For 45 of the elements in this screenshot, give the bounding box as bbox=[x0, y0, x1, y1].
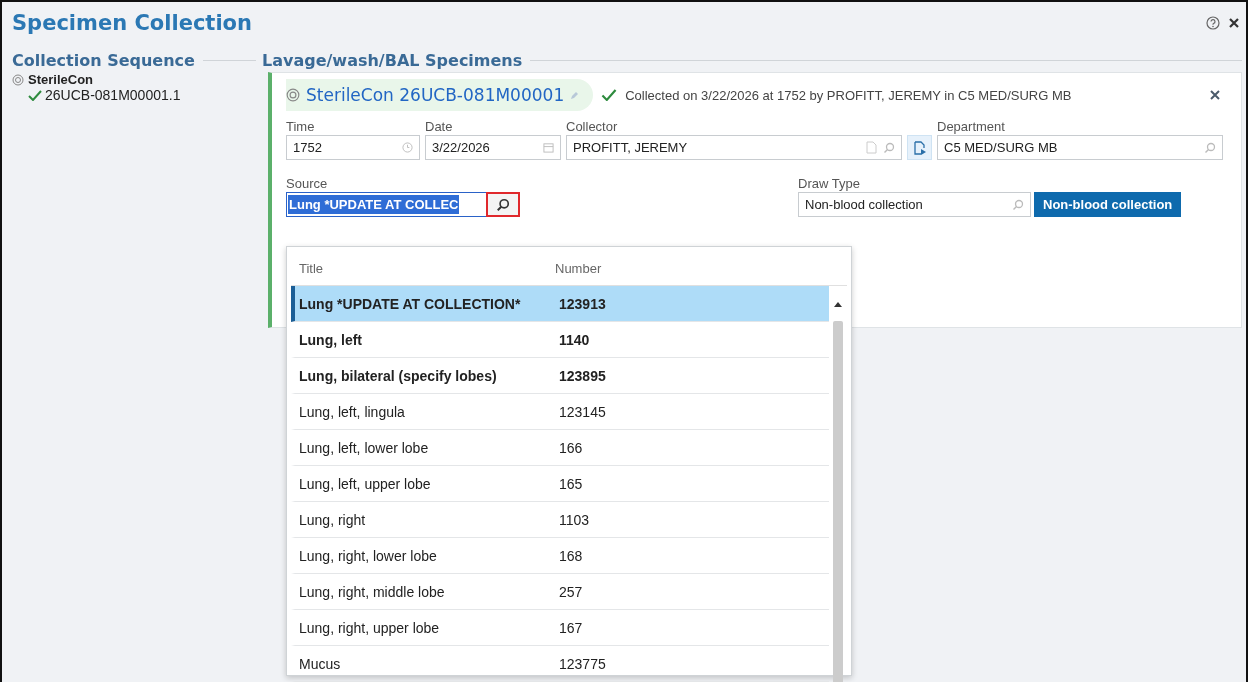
radio-circle-icon bbox=[12, 73, 24, 86]
specimen-link[interactable]: SterileCon 26UCB-081M00001 bbox=[306, 85, 565, 105]
document-arrow-icon bbox=[911, 139, 928, 156]
search-button[interactable] bbox=[486, 192, 520, 217]
list-row[interactable]: Lung, bilateral (specify lobes) 123895 bbox=[291, 358, 829, 394]
radio-circle-icon bbox=[286, 88, 300, 102]
calendar-icon bbox=[543, 142, 554, 153]
list-row[interactable]: Lung, right, upper lobe 167 bbox=[291, 610, 829, 646]
list-row[interactable]: Mucus 123775 bbox=[291, 646, 829, 682]
source-field[interactable]: Lung *UPDATE AT COLLEC bbox=[286, 192, 486, 217]
column-header: Title bbox=[298, 260, 325, 276]
date-field[interactable]: 3/22/2026 bbox=[425, 135, 561, 160]
close-icon[interactable] bbox=[1228, 17, 1240, 29]
list-row[interactable]: Lung, right 1103 bbox=[291, 502, 829, 538]
draw-type-field[interactable]: Non-blood collection bbox=[798, 192, 1031, 217]
field-label: Date bbox=[425, 119, 454, 134]
list-row[interactable]: Lung *UPDATE AT COLLECTION* 123913 bbox=[291, 286, 829, 322]
department-field[interactable]: C5 MED/SURG MB bbox=[937, 135, 1223, 160]
field-label: Department bbox=[937, 119, 1006, 134]
scrollbar-thumb[interactable] bbox=[833, 321, 843, 682]
column-header: Number bbox=[555, 260, 602, 276]
scroll-up-icon[interactable] bbox=[834, 302, 842, 307]
list-row[interactable]: Lung, left, upper lobe 165 bbox=[291, 466, 829, 502]
clock-icon bbox=[402, 142, 413, 153]
list-row[interactable]: Lung, left, lower lobe 166 bbox=[291, 430, 829, 466]
field-label: Draw Type bbox=[798, 176, 861, 191]
list-row[interactable]: Lung, left 1140 bbox=[291, 322, 829, 358]
help-icon[interactable] bbox=[1206, 16, 1220, 30]
status-text: Collected on 3/22/2026 at 1752 by PROFITT, JEREMY in C5 MED/SURG MB bbox=[625, 87, 1072, 103]
sequence-item[interactable]: 26UCB-081M00001.1 bbox=[45, 87, 181, 103]
window-title: Specimen Collection bbox=[12, 11, 252, 35]
document-edit-button[interactable] bbox=[907, 135, 932, 160]
section-heading: Lavage/wash/BAL Specimens bbox=[262, 50, 523, 70]
time-field[interactable]: 1752 bbox=[286, 135, 420, 160]
section-heading: Collection Sequence bbox=[12, 50, 195, 70]
list-row[interactable]: Lung, right, lower lobe 168 bbox=[291, 538, 829, 574]
field-label: Collector bbox=[566, 119, 619, 134]
sequence-group[interactable]: SterileCon bbox=[28, 72, 93, 87]
search-icon bbox=[496, 197, 510, 212]
list-row[interactable]: Lung, left, lingula 123145 bbox=[291, 394, 829, 430]
close-icon[interactable] bbox=[1209, 89, 1221, 101]
list-row[interactable]: Lung, right, middle lobe 257 bbox=[291, 574, 829, 610]
draw-type-button[interactable]: Non-blood collection bbox=[1034, 192, 1182, 217]
field-label: Source bbox=[286, 176, 329, 191]
field-label: Time bbox=[286, 119, 316, 134]
